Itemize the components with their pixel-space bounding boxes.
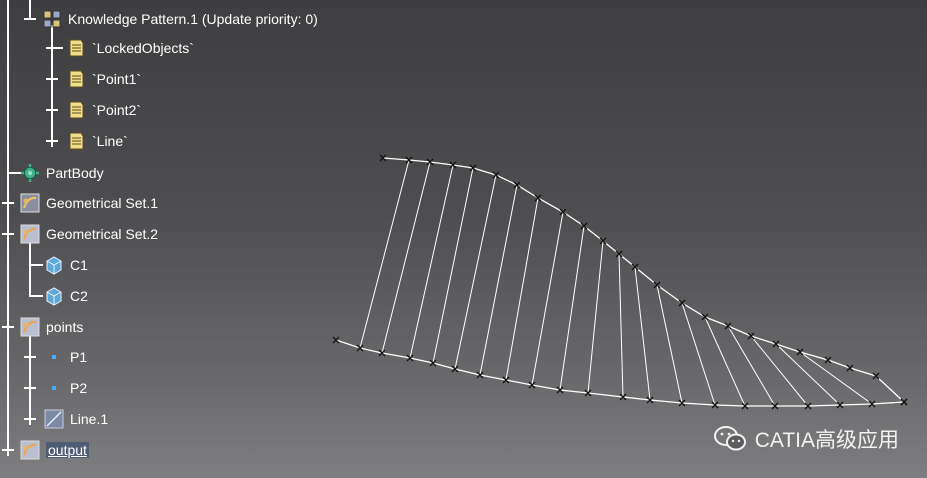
tree-node-label: Knowledge Pattern.1 (Update priority: 0) (68, 11, 318, 27)
tree-node-label: `Point2` (92, 102, 142, 118)
ruling-line (587, 240, 604, 394)
point-marker (724, 322, 732, 330)
tree-node-output[interactable]: output (20, 439, 89, 461)
point-marker (678, 299, 686, 307)
ruling-line (381, 161, 431, 354)
tree-node-label: PartBody (46, 165, 104, 181)
geometrical-set-icon (20, 193, 40, 213)
expand-toggle[interactable] (24, 382, 36, 394)
tree-connector (29, 295, 43, 297)
ruling-line (559, 225, 585, 391)
ruling-line (750, 335, 809, 407)
collapse-toggle[interactable] (2, 228, 14, 240)
tree-node-label: `LockedObjects` (92, 40, 194, 56)
tree-node-label: points (46, 319, 84, 335)
tree-connector (7, 0, 9, 452)
specification-tree: Knowledge Pattern.1 (Update priority: 0)… (0, 0, 360, 478)
tree-node-label: `Line` (92, 133, 128, 149)
ruling-line (359, 159, 410, 349)
document-list-icon (69, 132, 84, 150)
ruling-line (505, 197, 539, 381)
tree-connector (7, 172, 21, 174)
tree-node-knowledge-pattern[interactable]: Knowledge Pattern.1 (Update priority: 0) (42, 8, 318, 30)
viewport-geometry[interactable] (320, 140, 927, 420)
tree-node-label: P1 (70, 349, 88, 365)
tree-node-label: output (46, 442, 89, 458)
expand-toggle[interactable] (2, 197, 14, 209)
watermark-text: CATIA高级应用 (754, 429, 899, 452)
tree-node-point2-param[interactable]: `Point2` (66, 99, 141, 121)
knowledge-pattern-icon (43, 10, 61, 28)
wechat-icon (713, 426, 746, 451)
tree-connector (29, 331, 31, 421)
tree-node-label: Line.1 (70, 411, 109, 427)
ruling-line (634, 266, 651, 401)
tree-node-label: C2 (70, 288, 88, 304)
tree-node-p2[interactable]: P2 (44, 377, 87, 399)
curve-c2 (335, 339, 905, 407)
gear-icon (21, 164, 39, 182)
geometrical-set-icon (20, 317, 40, 337)
tree-connector (29, 264, 43, 266)
expand-toggle[interactable] (46, 42, 58, 54)
tree-node-line-param[interactable]: `Line` (66, 130, 128, 152)
line-icon (44, 409, 64, 429)
ruling-line (799, 351, 873, 405)
tree-connector (29, 239, 31, 297)
tree-node-locked-objects[interactable]: `LockedObjects` (66, 37, 194, 59)
curve-ruling-lines (332, 154, 908, 410)
cube-icon (46, 287, 62, 306)
watermark: CATIA高级应用 (713, 424, 899, 454)
point-icon (52, 355, 56, 359)
expand-toggle[interactable] (24, 351, 36, 363)
geometrical-set-icon (20, 440, 40, 460)
tree-node-points[interactable]: points (20, 316, 83, 338)
document-list-icon (69, 101, 84, 119)
ruling-line (618, 253, 624, 398)
cube-icon (46, 256, 62, 275)
tree-node-c2[interactable]: C2 (44, 285, 88, 307)
document-list-icon (69, 70, 84, 88)
expand-toggle[interactable] (2, 444, 14, 456)
tree-node-geometrical-set-2[interactable]: Geometrical Set.2 (20, 223, 158, 245)
tree-node-label: Geometrical Set.1 (46, 195, 159, 211)
point-icon (52, 386, 56, 390)
point-marker (701, 313, 709, 321)
tree-node-p1[interactable]: P1 (44, 346, 87, 368)
tree-node-partbody[interactable]: PartBody (20, 162, 104, 184)
collapse-toggle[interactable] (24, 13, 36, 25)
expand-toggle[interactable] (46, 73, 58, 85)
expand-toggle[interactable] (46, 104, 58, 116)
curve-c1 (382, 157, 905, 403)
geometrical-set-icon (20, 224, 40, 244)
ruling-line (409, 164, 454, 359)
tree-node-label: C1 (70, 257, 88, 273)
collapse-toggle[interactable] (2, 321, 14, 333)
ruling-line (656, 284, 683, 404)
tree-node-label: Geometrical Set.2 (46, 226, 159, 242)
tree-node-label: P2 (70, 380, 88, 396)
tree-node-geometrical-set-1[interactable]: Geometrical Set.1 (20, 192, 158, 214)
ruling-line (432, 167, 474, 364)
document-list-icon (69, 39, 84, 57)
ruling-line (454, 174, 497, 370)
tree-node-point1-param[interactable]: `Point1` (66, 68, 141, 90)
tree-node-c1[interactable]: C1 (44, 254, 88, 276)
ruling-line (727, 325, 776, 407)
expand-toggle[interactable] (24, 413, 36, 425)
point-marker (332, 336, 340, 344)
tree-node-label: `Point1` (92, 71, 142, 87)
tree-node-line-1[interactable]: Line.1 (44, 408, 108, 430)
expand-toggle[interactable] (46, 135, 58, 147)
ruling-line (531, 211, 564, 386)
